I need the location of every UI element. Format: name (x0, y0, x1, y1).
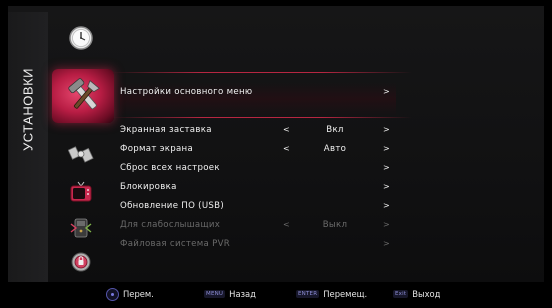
left-arrow-icon[interactable]: < (283, 125, 290, 134)
menu-item-reset-all[interactable]: Сброс всех настроек > (120, 159, 400, 176)
exit-key-icon: Exit (393, 290, 409, 298)
hint-move: Перем. (106, 287, 154, 301)
menu-item-label: Формат экрана (120, 143, 194, 154)
menu-item-pvr-filesystem: Файловая система PVR > (120, 235, 400, 252)
hint-enter-label: Перемещ. (323, 289, 368, 299)
menu-item-value: Выкл (322, 219, 348, 230)
menu-item-value: Вкл (326, 124, 344, 135)
hint-enter: ENTER Перемещ. (296, 289, 367, 299)
menu-item-value: Авто (323, 143, 347, 154)
right-arrow-icon[interactable]: > (383, 87, 390, 96)
hint-move-label: Перем. (123, 289, 154, 299)
left-arrow-icon: < (283, 220, 291, 229)
right-arrow-icon[interactable]: > (383, 144, 390, 153)
hint-exit-label: Выход (412, 289, 441, 299)
menu-item-software-update[interactable]: Обновление ПО (USB) > (120, 197, 400, 214)
settings-menu: Настройки основного меню > Экранная заст… (120, 6, 410, 282)
menu-item-label: Блокировка (120, 181, 177, 192)
menu-item-label: Настройки основного меню (120, 86, 253, 97)
lock-badge-icon[interactable] (58, 242, 104, 282)
satellite-icon[interactable] (58, 134, 104, 174)
tv-icon[interactable] (58, 172, 104, 212)
tools-icon[interactable] (62, 76, 108, 116)
menu-item-screen-format[interactable]: Формат экрана < Авто > (120, 140, 400, 157)
navigation-key-icon (106, 287, 119, 301)
hint-exit: Exit Выход (393, 289, 440, 299)
menu-key-icon: MENU (204, 290, 226, 298)
right-arrow-icon[interactable]: > (383, 201, 390, 210)
menu-item-main-settings[interactable]: Настройки основного меню > (120, 83, 400, 100)
menu-item-screensaver[interactable]: Экранная заставка < Вкл > (120, 121, 400, 138)
hint-back-label: Назад (229, 289, 256, 299)
vertical-title-bar: УСТАНОВКИ (8, 12, 48, 282)
menu-item-lock[interactable]: Блокировка > (120, 178, 400, 195)
menu-item-label: Для слабослышащих (120, 219, 221, 230)
left-arrow-icon[interactable]: < (283, 144, 290, 153)
menu-item-label: Файловая система PVR (120, 238, 231, 249)
category-icon-column (52, 6, 110, 282)
right-arrow-icon: > (383, 239, 391, 248)
menu-item-label: Экранная заставка (120, 124, 212, 135)
menu-item-hearing-impaired: Для слабослышащих < Выкл > (120, 216, 400, 233)
page-title: УСТАНОВКИ (20, 68, 36, 151)
settings-screen: УСТАНОВКИ Настройки основного меню > Экр… (8, 6, 544, 282)
right-arrow-icon: > (383, 220, 391, 229)
right-arrow-icon[interactable]: > (383, 163, 390, 172)
hint-back: MENU Назад (204, 289, 256, 299)
right-arrow-icon[interactable]: > (383, 125, 390, 134)
menu-item-label: Сброс всех настроек (120, 162, 220, 173)
enter-key-icon: ENTER (296, 290, 320, 298)
clock-icon[interactable] (58, 18, 104, 58)
hint-bar: Перем. MENU Назад ENTER Перемещ. Exit Вы… (8, 284, 544, 304)
menu-item-label: Обновление ПО (USB) (120, 200, 225, 211)
right-arrow-icon[interactable]: > (383, 182, 390, 191)
